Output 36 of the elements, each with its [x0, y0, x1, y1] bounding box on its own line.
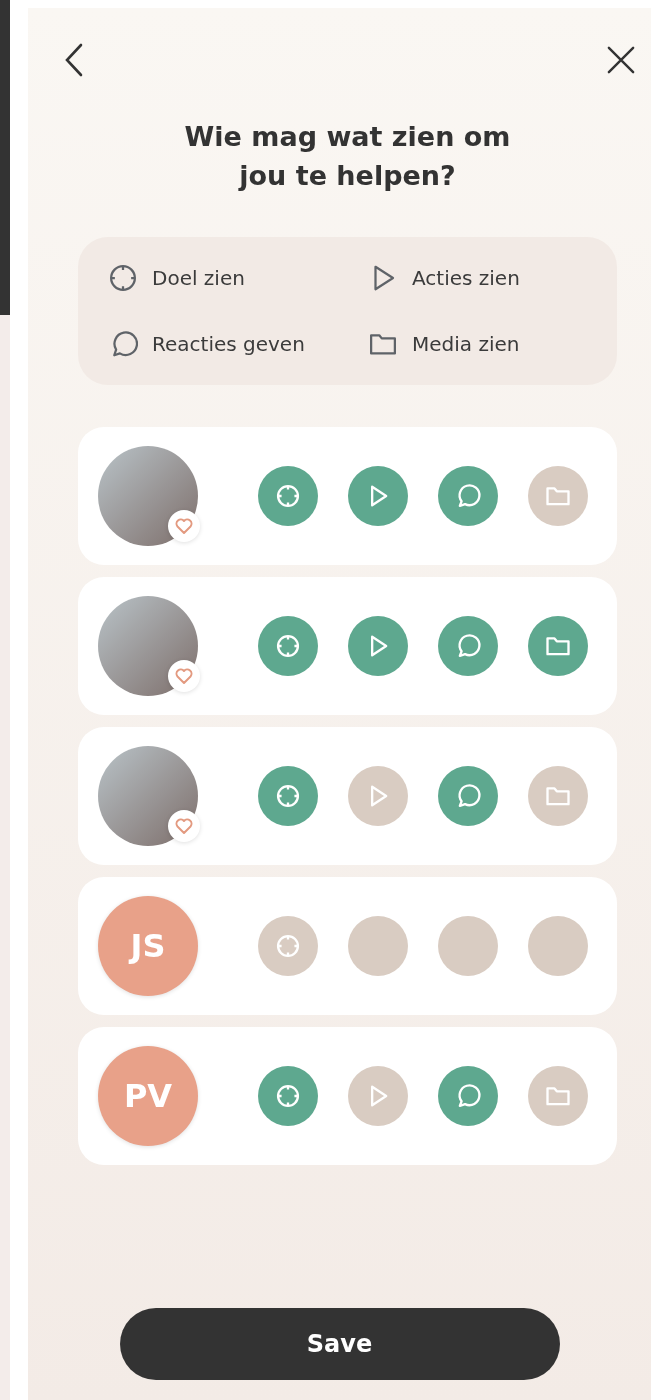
- target-icon: [108, 263, 138, 293]
- permission-toggle[interactable]: [348, 766, 408, 826]
- legend-label: Acties zien: [412, 266, 520, 290]
- target-icon: [274, 932, 302, 960]
- permission-toggle[interactable]: [528, 616, 588, 676]
- permission-toggle[interactable]: [258, 1066, 318, 1126]
- target-icon: [274, 632, 302, 660]
- legend-label: Reacties geven: [152, 332, 305, 356]
- permission-toggle[interactable]: [528, 466, 588, 526]
- permission-toggle[interactable]: [528, 1066, 588, 1126]
- empty-permission-toggle[interactable]: [348, 916, 408, 976]
- legend-label: Media zien: [412, 332, 520, 356]
- dialog-title: Wie mag wat zien om jou te helpen?: [183, 120, 512, 193]
- initials-avatar: PV: [98, 1046, 198, 1146]
- permission-toggle[interactable]: [258, 916, 318, 976]
- permission-toggle[interactable]: [258, 616, 318, 676]
- permission-toggle[interactable]: [348, 616, 408, 676]
- permission-toggle[interactable]: [348, 466, 408, 526]
- back-icon[interactable]: [64, 43, 84, 77]
- close-icon[interactable]: [607, 46, 635, 74]
- permission-toggle[interactable]: [438, 1066, 498, 1126]
- permission-toggle[interactable]: [258, 466, 318, 526]
- permission-toggle[interactable]: [528, 766, 588, 826]
- empty-permission-toggle[interactable]: [438, 916, 498, 976]
- empty-permission-toggle[interactable]: [528, 916, 588, 976]
- permission-toggle[interactable]: [438, 466, 498, 526]
- target-icon: [274, 482, 302, 510]
- target-icon: [274, 1082, 302, 1110]
- permission-toggle[interactable]: [258, 766, 318, 826]
- permission-toggle[interactable]: [348, 1066, 408, 1126]
- legend-label: Doel zien: [152, 266, 245, 290]
- initials-avatar: JS: [98, 896, 198, 996]
- save-button[interactable]: Save: [119, 1308, 560, 1380]
- permission-toggle[interactable]: [438, 766, 498, 826]
- permission-toggle[interactable]: [438, 616, 498, 676]
- target-icon: [274, 782, 302, 810]
